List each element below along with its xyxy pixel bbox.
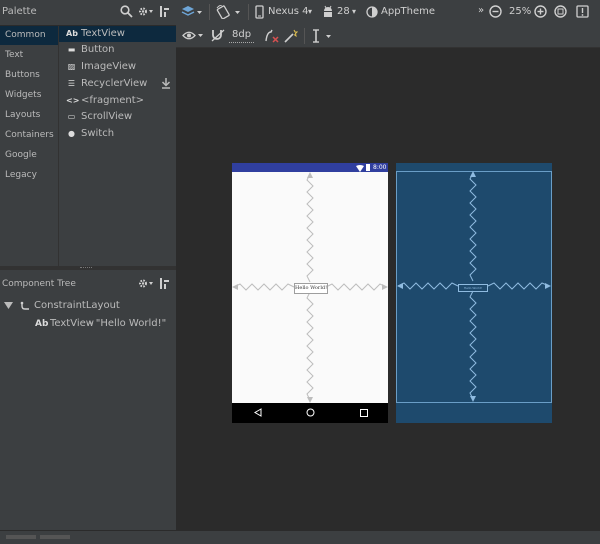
clear-constraints-icon[interactable]: [264, 29, 280, 48]
code-icon: <>: [66, 96, 80, 105]
textview-icon: Ab: [35, 319, 49, 329]
widget-label: ScrollView: [81, 111, 133, 122]
blueprint-surface[interactable]: Hello World!: [396, 163, 552, 423]
orientation-icon[interactable]: [216, 4, 242, 24]
chevron-down-icon[interactable]: ▾: [308, 5, 312, 19]
widget-scrollview[interactable]: ▭ ScrollView: [59, 109, 176, 125]
zoom-to-fit-icon[interactable]: [554, 5, 567, 23]
zoom-out-icon[interactable]: [489, 5, 502, 23]
bottom-tool-strip: [0, 530, 600, 544]
navigation-bar: [232, 403, 388, 423]
component-tree-panel: Component Tree ConstraintLayout Ab TextV…: [0, 270, 176, 530]
chevron-down-icon[interactable]: ▾: [352, 5, 356, 19]
default-margin-field[interactable]: 8dp: [229, 28, 255, 43]
zoom-in-icon[interactable]: [534, 5, 547, 23]
hide-panel-icon[interactable]: [158, 277, 172, 291]
status-bar: 8:00: [232, 163, 388, 172]
back-icon: [254, 408, 262, 420]
category-common[interactable]: Common: [0, 26, 58, 45]
tool-tab[interactable]: [40, 535, 70, 539]
theme-selector[interactable]: AppTheme: [381, 5, 435, 19]
device-icon[interactable]: [255, 5, 264, 24]
hide-panel-icon[interactable]: [158, 5, 172, 19]
home-icon: [306, 408, 315, 420]
constraint-layout-icon: [20, 301, 30, 316]
tree-child-detail: - "Hello World!": [89, 318, 167, 329]
category-text[interactable]: Text: [0, 46, 58, 65]
widget-button[interactable]: ▬ Button: [59, 42, 176, 58]
tree-child-name: TextView: [50, 318, 94, 329]
tree-row-root[interactable]: ConstraintLayout: [0, 299, 176, 315]
hello-world-textview[interactable]: Hello World!: [294, 283, 328, 294]
recents-icon: [360, 409, 368, 417]
scrollview-icon: ▭: [67, 112, 76, 121]
constraint-toolbar: 8dp: [176, 25, 600, 48]
autoconnect-icon[interactable]: [211, 29, 225, 47]
gear-icon[interactable]: [137, 277, 155, 291]
tree-row-textview[interactable]: Ab TextView - "Hello World!": [0, 317, 176, 333]
palette-categories: Common Text Buttons Widgets Layouts Cont…: [0, 26, 59, 266]
widget-label: Button: [81, 44, 115, 55]
widget-textview[interactable]: Ab TextView: [59, 26, 176, 42]
widget-label: Switch: [81, 128, 115, 139]
design-toolbar: Nexus 4 ▾ 28 ▾ AppTheme » 25%: [176, 0, 600, 26]
guidelines-icon[interactable]: [312, 29, 334, 48]
divider: [304, 28, 305, 44]
category-google[interactable]: Google: [0, 146, 58, 165]
tree-root-label: ConstraintLayout: [34, 300, 120, 311]
component-tree-title: Component Tree: [2, 279, 76, 289]
category-buttons[interactable]: Buttons: [0, 66, 58, 85]
divider: [248, 4, 249, 20]
device-selector[interactable]: Nexus 4: [268, 5, 308, 19]
theme-icon[interactable]: [366, 5, 378, 24]
api-level-selector[interactable]: 28: [337, 5, 350, 19]
category-containers[interactable]: Containers: [0, 126, 58, 145]
textview-icon: Ab: [66, 29, 78, 38]
eye-icon[interactable]: [182, 29, 204, 47]
category-widgets[interactable]: Widgets: [0, 86, 58, 105]
palette-header: Palette: [0, 0, 176, 26]
widget-label: <fragment>: [81, 95, 145, 106]
widget-imageview[interactable]: ▨ ImageView: [59, 59, 176, 75]
infer-constraints-icon[interactable]: [284, 29, 299, 48]
category-legacy[interactable]: Legacy: [0, 166, 58, 185]
widget-label: RecyclerView: [81, 78, 148, 89]
component-tree-header: Component Tree: [0, 270, 176, 296]
palette-title: Palette: [2, 6, 37, 17]
palette-widget-list: Ab TextView ▬ Button ▨ ImageView ☰ Recyc…: [59, 26, 176, 266]
status-time: 8:00: [373, 164, 387, 171]
widget-label: ImageView: [81, 61, 137, 72]
widget-label: TextView: [81, 28, 125, 39]
category-layouts[interactable]: Layouts: [0, 106, 58, 125]
expand-arrow-icon[interactable]: [4, 302, 13, 313]
list-icon: ☰: [67, 79, 76, 88]
palette-panel: Palette Common Text Buttons Widgets Layo…: [0, 0, 176, 268]
switch-icon: ●: [68, 129, 75, 138]
android-icon[interactable]: [322, 5, 334, 24]
divider: [209, 4, 210, 20]
widget-recyclerview[interactable]: ☰ RecyclerView: [59, 76, 176, 92]
button-icon: ▬: [67, 45, 76, 54]
widget-switch[interactable]: ● Switch: [59, 126, 176, 142]
tool-tab[interactable]: [6, 535, 36, 539]
warnings-icon[interactable]: [576, 5, 589, 23]
zoom-level: 25%: [509, 6, 532, 17]
battery-icon: [366, 164, 370, 171]
blueprint-textview[interactable]: Hello World!: [458, 284, 488, 292]
widget-fragment[interactable]: <> <fragment>: [59, 93, 176, 109]
image-icon: ▨: [67, 62, 76, 71]
layers-icon[interactable]: [181, 5, 203, 24]
overflow-icon[interactable]: »: [478, 4, 484, 18]
gear-icon[interactable]: [137, 5, 155, 19]
design-surface[interactable]: 8:00 Hello World!: [232, 163, 388, 423]
search-icon[interactable]: [119, 5, 133, 19]
